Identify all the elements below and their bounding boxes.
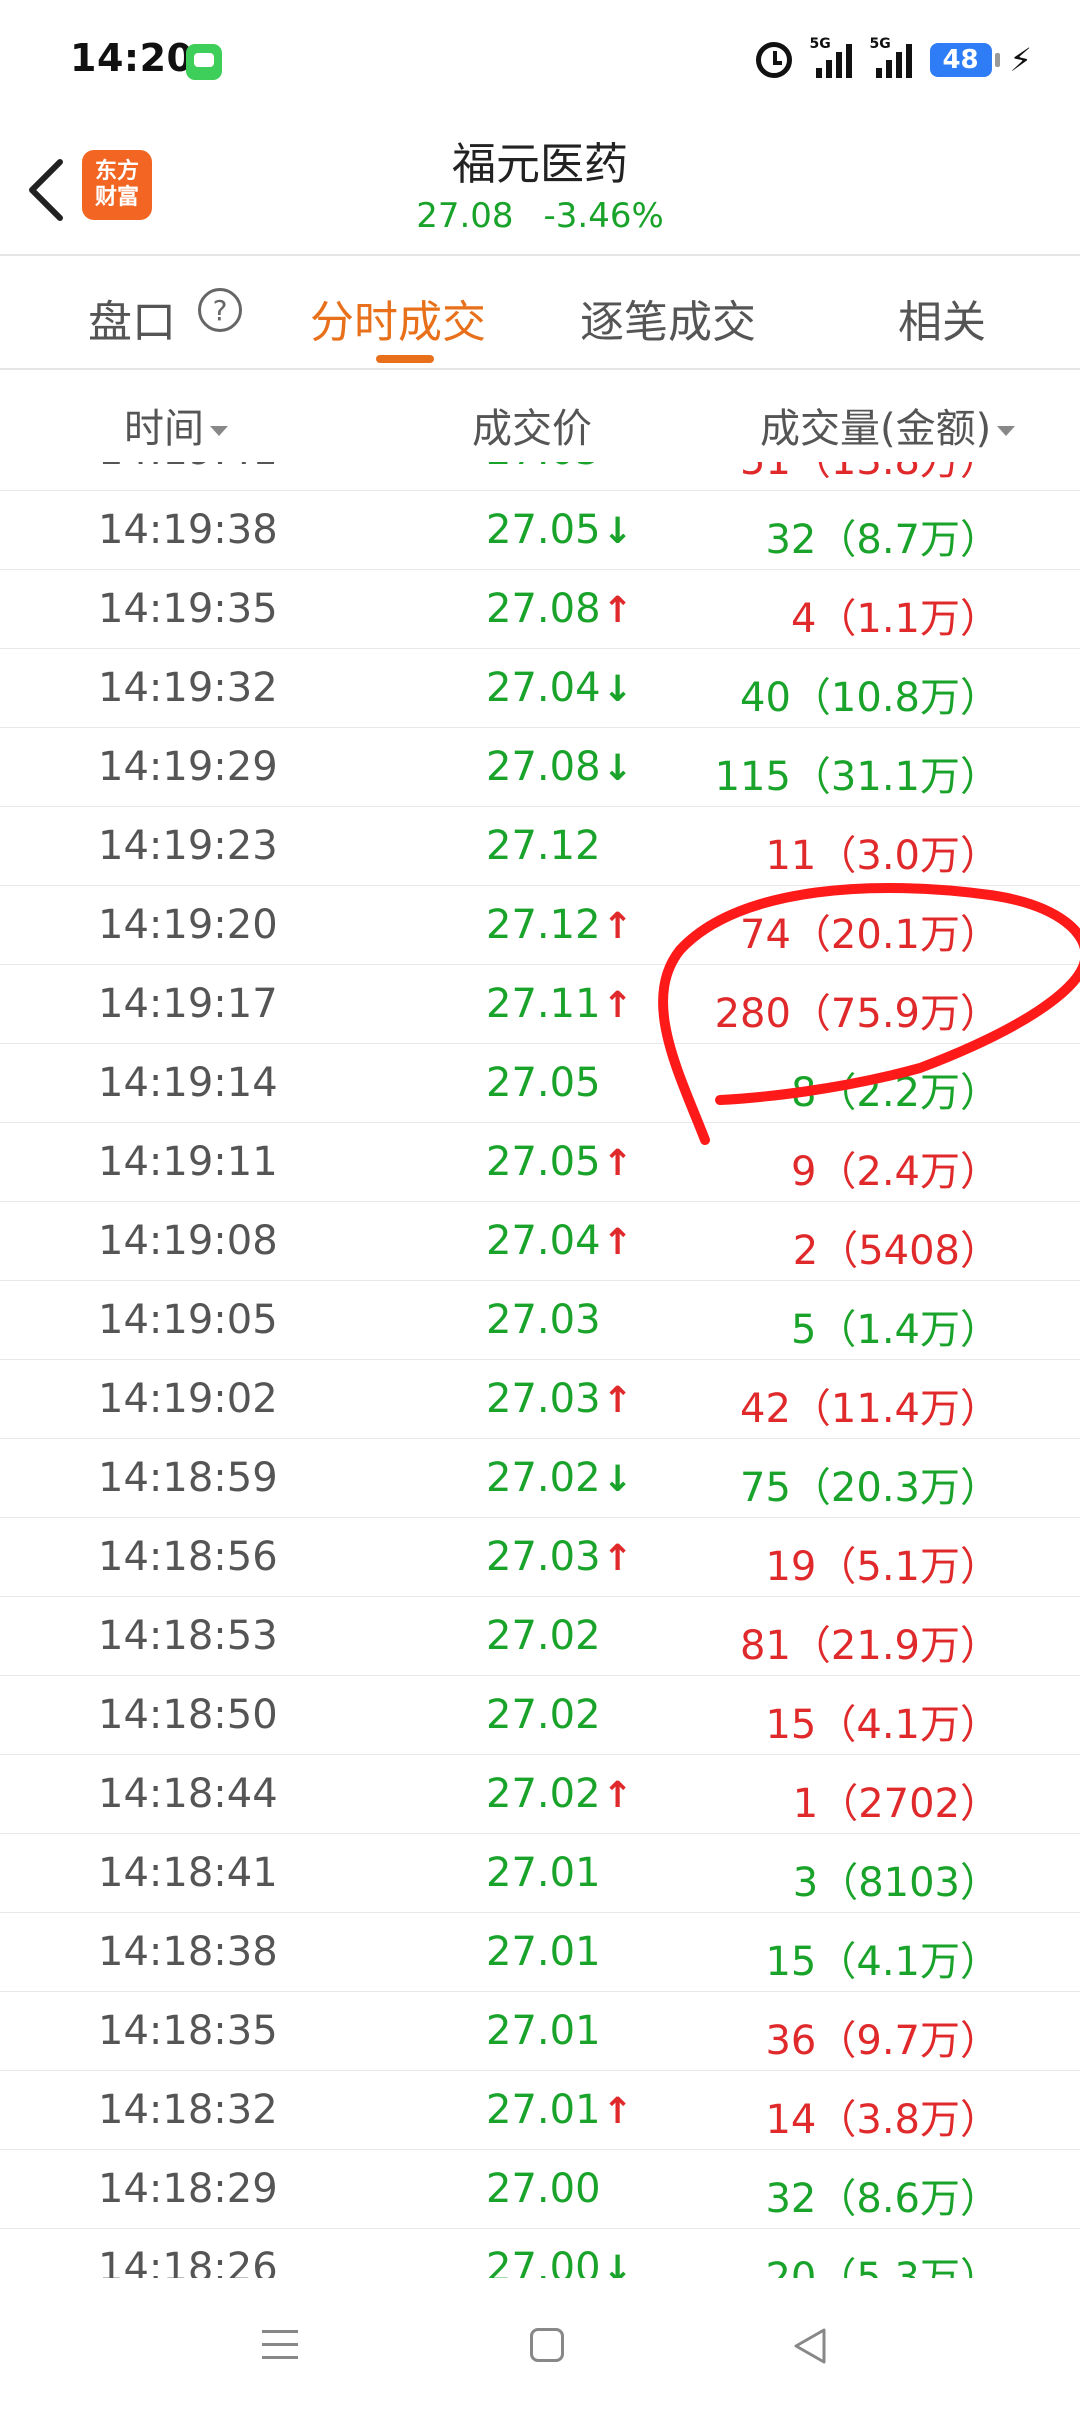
table-row: 14:18:44 27.02↑ 1（2702） bbox=[0, 1755, 1080, 1834]
battery-icon: 48 bbox=[929, 43, 1000, 77]
trade-volume: 115（31.1万） bbox=[714, 754, 1000, 800]
trade-volume: 74（20.1万） bbox=[740, 912, 1000, 958]
stock-change: -3.46% bbox=[543, 196, 664, 236]
trade-volume: 36（9.7万） bbox=[765, 2018, 1000, 2064]
table-row: 14:18:26 27.00↓ 20（5.3万） bbox=[0, 2229, 1080, 2278]
bolt-icon: ⚡ bbox=[1009, 41, 1032, 79]
table-row: 14:19:38 27.05↓ 32（8.7万） bbox=[0, 491, 1080, 570]
trade-volume: 32（8.7万） bbox=[765, 517, 1000, 563]
trade-volume: 2（5408） bbox=[792, 1228, 1000, 1274]
column-header-volume[interactable]: 成交量(金额) bbox=[760, 396, 1016, 454]
sort-caret-icon bbox=[997, 426, 1016, 436]
table-row: 14:19:20 27.12↑ 74（20.1万） bbox=[0, 886, 1080, 965]
trade-volume: 40（10.8万） bbox=[740, 675, 1000, 721]
trade-volume: 15（4.1万） bbox=[765, 1702, 1000, 1748]
network-tag: 5G bbox=[869, 36, 891, 52]
alarm-icon bbox=[755, 42, 792, 78]
trade-list[interactable]: 14:19:4127.0551（13.8万）14:19:3827.05↓32（8… bbox=[0, 462, 1080, 2278]
column-header-price: 成交价 bbox=[472, 406, 592, 452]
trade-volume: 75（20.3万） bbox=[740, 1465, 1000, 1511]
trade-volume: 15（4.1万） bbox=[765, 1939, 1000, 1985]
back-triangle-icon[interactable] bbox=[790, 2326, 830, 2366]
trade-volume: 8（2.2万） bbox=[790, 1070, 1000, 1116]
sort-caret-icon bbox=[210, 426, 228, 436]
table-row: 14:19:14 27.05 8（2.2万） bbox=[0, 1044, 1080, 1123]
trade-volume: 3（8103） bbox=[792, 1860, 1000, 1906]
table-row: 14:19:4127.0551（13.8万） bbox=[0, 462, 1080, 491]
table-row: 14:19:32 27.04↓ 40（10.8万） bbox=[0, 649, 1080, 728]
table-row: 14:19:02 27.03↑ 42（11.4万） bbox=[0, 1360, 1080, 1439]
table-row: 14:19:05 27.03 5（1.4万） bbox=[0, 1281, 1080, 1360]
column-header-time[interactable]: 时间 bbox=[124, 396, 228, 454]
stock-name: 福元医药 bbox=[452, 139, 628, 190]
table-row: 14:18:32 27.01↑ 14（3.8万） bbox=[0, 2071, 1080, 2150]
column-header-label: 时间 bbox=[124, 406, 204, 452]
trade-volume: 32（8.6万） bbox=[765, 2176, 1000, 2222]
signal-icon: 5G bbox=[870, 36, 912, 78]
status-icons: 5G 5G 48 ⚡ bbox=[755, 36, 1032, 84]
column-header-label: 成交量(金额) bbox=[760, 406, 992, 452]
trade-volume: 4（1.1万） bbox=[790, 596, 1000, 642]
trade-volume: 42（11.4万） bbox=[740, 1386, 1000, 1432]
table-row: 14:19:35 27.08↑ 4（1.1万） bbox=[0, 570, 1080, 649]
table-row: 14:18:59 27.02↓ 75（20.3万） bbox=[0, 1439, 1080, 1518]
tab-tick-trades[interactable]: 逐笔成交 bbox=[580, 286, 756, 350]
menu-icon[interactable] bbox=[262, 2330, 298, 2362]
stock-price: 27.08 bbox=[416, 196, 514, 236]
table-row: 14:18:56 27.03↑ 19（5.1万） bbox=[0, 1518, 1080, 1597]
signal-icon: 5G bbox=[810, 36, 852, 78]
tab-pankou[interactable]: 盘口 bbox=[88, 286, 176, 350]
trade-list-content: 14:19:4127.0551（13.8万）14:19:3827.05↓32（8… bbox=[0, 462, 1080, 2278]
trade-volume: 1（2702） bbox=[792, 1781, 1000, 1827]
trade-volume: 11（3.0万） bbox=[765, 833, 1000, 879]
stock-quote: 27.08 -3.46% bbox=[0, 196, 1080, 236]
table-row: 14:18:41 27.01 3（8103） bbox=[0, 1834, 1080, 1913]
trade-volume: 9（2.4万） bbox=[790, 1149, 1000, 1195]
trade-volume: 280（75.9万） bbox=[714, 991, 1000, 1037]
question-circle-icon[interactable]: ? bbox=[198, 288, 242, 332]
table-row: 14:19:23 27.12 11（3.0万） bbox=[0, 807, 1080, 886]
trade-volume: 20（5.3万） bbox=[765, 2255, 1000, 2278]
table-row: 14:18:29 27.00 32（8.6万） bbox=[0, 2150, 1080, 2229]
table-row: 14:18:35 27.01 36（9.7万） bbox=[0, 1992, 1080, 2071]
tab-timeshare-trades[interactable]: 分时成交 bbox=[310, 286, 486, 350]
table-row: 14:19:29 27.08↓ 115（31.1万） bbox=[0, 728, 1080, 807]
table-row: 14:19:11 27.05↑ 9（2.4万） bbox=[0, 1123, 1080, 1202]
status-bar: 14:20 5G 5G 48 ⚡ bbox=[0, 0, 1080, 120]
trade-volume: 51（13.8万） bbox=[0, 462, 1000, 486]
network-tag: 5G bbox=[809, 36, 831, 52]
clock: 14:20 bbox=[70, 36, 194, 80]
message-icon bbox=[186, 44, 222, 80]
trade-volume: 14（3.8万） bbox=[765, 2097, 1000, 2143]
active-tab-indicator bbox=[376, 355, 434, 363]
trade-volume: 5（1.4万） bbox=[790, 1307, 1000, 1353]
table-row: 14:18:50 27.02 15（4.1万） bbox=[0, 1676, 1080, 1755]
table-row: 14:18:38 27.01 15（4.1万） bbox=[0, 1913, 1080, 1992]
home-icon[interactable] bbox=[530, 2328, 564, 2362]
table-row: 14:19:17 27.11↑ 280（75.9万） bbox=[0, 965, 1080, 1044]
tab-related[interactable]: 相关 bbox=[898, 286, 986, 350]
table-row: 14:18:53 27.02 81（21.9万） bbox=[0, 1597, 1080, 1676]
table-row: 14:19:08 27.04↑ 2（5408） bbox=[0, 1202, 1080, 1281]
trade-volume: 81（21.9万） bbox=[740, 1623, 1000, 1669]
trade-volume: 19（5.1万） bbox=[765, 1544, 1000, 1590]
divider bbox=[0, 368, 1080, 370]
divider bbox=[0, 254, 1080, 256]
